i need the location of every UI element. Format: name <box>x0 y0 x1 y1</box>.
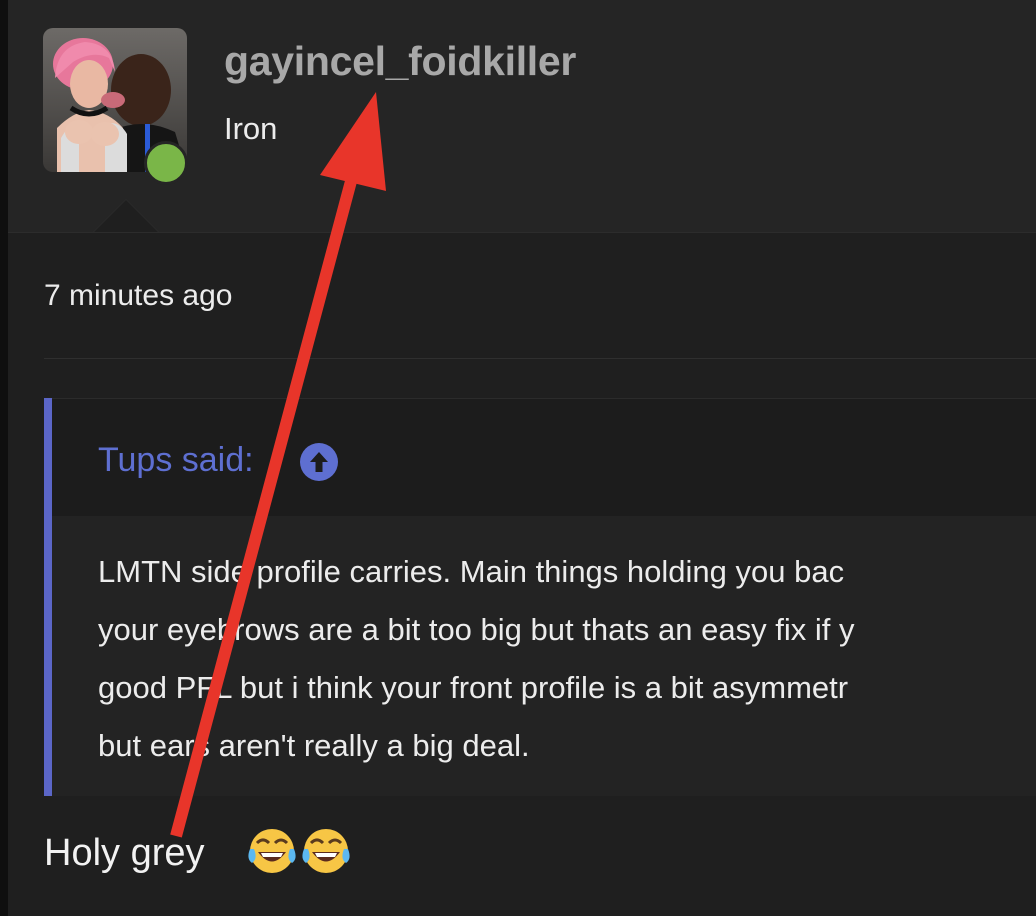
quote-block: Tups said: LMTN side profile carries. Ma… <box>44 398 1036 796</box>
username-link[interactable]: gayincel_foidkiller <box>224 38 576 85</box>
face-with-tears-of-joy-icon <box>302 829 350 873</box>
post-panel: gayincel_foidkiller Iron 7 minutes ago T… <box>8 0 1036 916</box>
quote-line: good PFL but i think your front profile … <box>98 670 849 705</box>
quote-line: LMTN side profile carries. Main things h… <box>98 554 845 589</box>
forum-post-page: gayincel_foidkiller Iron 7 minutes ago T… <box>0 0 1036 916</box>
quote-header: Tups said: <box>52 398 1036 517</box>
reply-text: Holy grey <box>44 832 205 874</box>
divider <box>44 358 1036 359</box>
quote-body: LMTN side profile carries. Main things h… <box>52 516 1036 796</box>
header-pointer <box>94 200 158 232</box>
user-header: gayincel_foidkiller Iron <box>8 0 1036 233</box>
user-title: Iron <box>224 111 278 146</box>
arrow-up-glyph <box>310 452 328 472</box>
quote-attribution[interactable]: Tups said: <box>98 441 254 480</box>
quote-line: but ears aren't really a big deal. <box>98 728 530 763</box>
face-with-tears-of-joy-icon <box>248 829 296 873</box>
online-dot-icon <box>144 141 188 185</box>
quote-line: your eyebrows are a bit too big but that… <box>98 612 855 647</box>
post-timestamp[interactable]: 7 minutes ago <box>44 279 232 313</box>
arrow-up-circle-icon[interactable] <box>300 443 338 481</box>
